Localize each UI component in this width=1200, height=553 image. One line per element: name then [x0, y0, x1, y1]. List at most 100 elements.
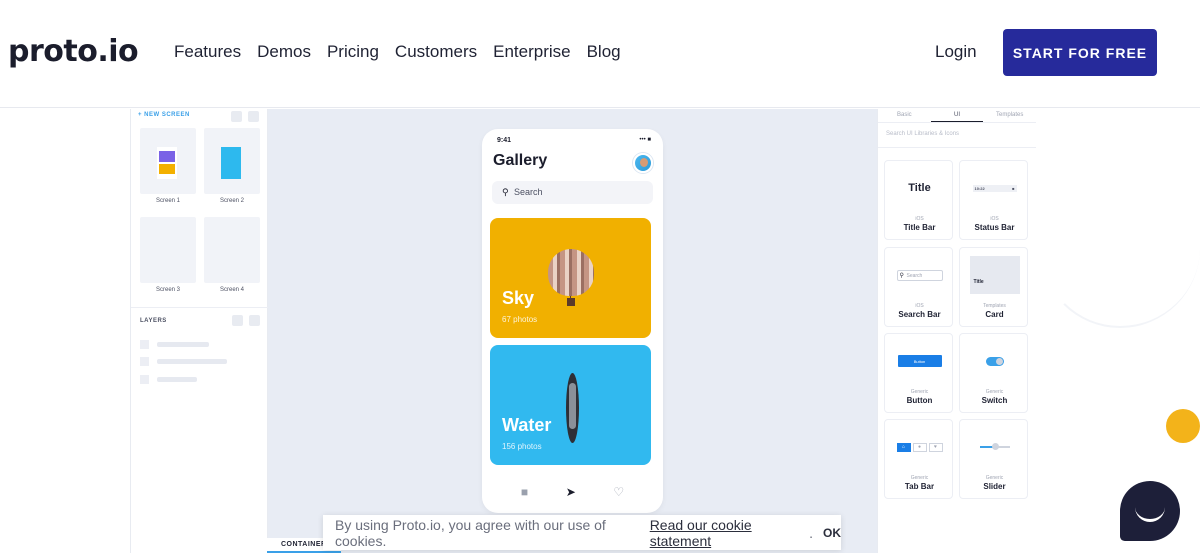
button-preview-label: Button: [897, 355, 942, 367]
top-navigation: proto.io Features Demos Pricing Customer…: [0, 0, 1200, 108]
screens-panel: + NEW SCREEN Screen 1 Screen 2 Screen 3 …: [131, 109, 268, 553]
search-bar-preview: ⚲ Search: [885, 248, 954, 302]
status-bar-preview: 10:22 ■: [972, 184, 1017, 192]
background-arc: [1040, 218, 1200, 328]
screen-thumbnail-3[interactable]: [140, 217, 196, 283]
chat-widget-button[interactable]: [1120, 481, 1180, 541]
toggle-icon: [985, 356, 1004, 366]
phone-tab-bar: ■ ➤ ♡: [482, 485, 663, 499]
tab-ui[interactable]: UI: [930, 109, 984, 122]
phone-time: 9:41: [497, 137, 512, 144]
slider-preview: [960, 420, 1029, 474]
decorative-dot: [1166, 409, 1200, 443]
component-name: Card: [985, 310, 1004, 319]
nav-item-demos[interactable]: Demos: [257, 42, 311, 62]
component-switch[interactable]: Generic Switch: [959, 333, 1028, 413]
component-category: iOS: [990, 216, 999, 222]
water-album-card[interactable]: Water 156 photos: [490, 345, 651, 465]
component-title-bar[interactable]: Title iOS Title Bar: [884, 160, 953, 240]
switch-preview: [960, 334, 1029, 388]
component-status-bar[interactable]: 10:22 ■ iOS Status Bar: [959, 160, 1028, 240]
sky-album-card[interactable]: Sky 67 photos: [490, 218, 651, 338]
tab-basic[interactable]: Basic: [878, 109, 931, 122]
water-card-count: 156 photos: [502, 442, 542, 451]
sky-card-title: Sky: [502, 288, 535, 308]
cookie-ok-button[interactable]: OK: [823, 526, 841, 540]
component-name: Slider: [983, 482, 1006, 491]
logo[interactable]: proto.io: [8, 34, 139, 69]
component-tab-bar[interactable]: ⌂ ● ♥ Generic Tab Bar: [884, 419, 953, 499]
component-category: iOS: [915, 303, 924, 309]
cursor-icon[interactable]: ➤: [566, 485, 576, 499]
phone-status-icons: ••• ■: [639, 137, 651, 143]
screen-thumbnail-1[interactable]: [140, 128, 196, 194]
screen-label-2: Screen 2: [219, 198, 244, 204]
component-search-bar[interactable]: ⚲ Search iOS Search Bar: [884, 247, 953, 327]
component-name: Tab Bar: [904, 482, 935, 491]
status-bar-time: 10:22: [974, 185, 985, 191]
nav-item-customers[interactable]: Customers: [395, 42, 477, 62]
component-category: Generic: [910, 389, 929, 395]
tab-templates[interactable]: Templates: [983, 109, 1036, 122]
sky-card-count: 67 photos: [502, 315, 538, 324]
search-icon: ⚲: [899, 272, 904, 279]
nav-links: Features Demos Pricing Customers Enterpr…: [174, 42, 621, 62]
hero-stage: + NEW SCREEN Screen 1 Screen 2 Screen 3 …: [0, 109, 1200, 553]
cookie-banner: By using Proto.io, you agree with our us…: [323, 515, 841, 550]
design-canvas[interactable]: 9:41 ••• ■ Gallery ⚲ Search Sky 67 photo…: [268, 109, 877, 553]
components-tabs: Basic UI Templates: [878, 109, 1036, 123]
folder-icon[interactable]: ■: [521, 485, 528, 499]
component-category: Generic: [985, 389, 1004, 395]
screen-1-preview: [157, 147, 177, 179]
component-name: Title Bar: [903, 223, 936, 232]
layers-title: LAYERS: [140, 318, 167, 324]
grid-view-icon[interactable]: [231, 111, 242, 122]
nav-item-enterprise[interactable]: Enterprise: [493, 42, 570, 62]
component-card[interactable]: Title Templates Card: [959, 247, 1028, 327]
nav-item-features[interactable]: Features: [174, 42, 241, 62]
list-view-icon[interactable]: [248, 111, 259, 122]
button-preview: Button: [885, 334, 954, 388]
new-screen-button[interactable]: + NEW SCREEN: [138, 112, 190, 118]
component-name: Search Bar: [898, 310, 941, 319]
phone-search-bar[interactable]: ⚲ Search: [492, 181, 653, 204]
home-icon: ⌂: [896, 442, 911, 452]
screen-label-4: Screen 4: [219, 287, 244, 293]
layers-action-icon[interactable]: [232, 315, 243, 326]
component-category: iOS: [915, 216, 924, 222]
cookie-period: .: [809, 524, 813, 541]
water-card-title: Water: [502, 415, 552, 435]
avatar[interactable]: [633, 153, 653, 173]
title-bar-preview: Title: [908, 182, 931, 194]
nav-item-pricing[interactable]: Pricing: [327, 42, 379, 62]
cookie-statement-link[interactable]: Read our cookie statement: [650, 517, 809, 549]
screen-thumbnail-2[interactable]: [204, 128, 260, 194]
card-preview: Title: [960, 248, 1029, 302]
start-for-free-button[interactable]: START FOR FREE: [1003, 29, 1157, 76]
screen-label-1: Screen 1: [155, 198, 180, 204]
balloon-basket: [567, 298, 575, 306]
component-name: Button: [906, 396, 933, 405]
component-search-input[interactable]: Search UI Libraries & Icons: [886, 131, 959, 137]
heart-icon: ♥: [928, 442, 943, 452]
heart-icon[interactable]: ♡: [613, 485, 624, 499]
hot-air-balloon-image: [548, 249, 594, 296]
component-category: Templates: [983, 303, 1006, 309]
component-button[interactable]: Button Generic Button: [884, 333, 953, 413]
phone-mockup[interactable]: 9:41 ••• ■ Gallery ⚲ Search Sky 67 photo…: [482, 129, 663, 513]
search-bar-preview-text: Search: [906, 272, 923, 279]
chat-icon: ●: [912, 442, 927, 452]
app-editor-mockup: + NEW SCREEN Screen 1 Screen 2 Screen 3 …: [130, 109, 1036, 553]
screen-thumbnail-4[interactable]: [204, 217, 260, 283]
components-panel: Basic UI Templates Search UI Libraries &…: [877, 109, 1036, 553]
gallery-title: Gallery: [493, 152, 548, 169]
component-name: Status Bar: [974, 223, 1015, 232]
screen-2-preview: [221, 147, 241, 179]
screen-label-3: Screen 3: [155, 287, 180, 293]
login-link[interactable]: Login: [935, 42, 977, 62]
cookie-text: By using Proto.io, you agree with our us…: [335, 516, 606, 549]
component-category: Generic: [985, 475, 1004, 481]
component-slider[interactable]: Generic Slider: [959, 419, 1028, 499]
layers-options-icon[interactable]: [249, 315, 260, 326]
nav-item-blog[interactable]: Blog: [587, 42, 621, 62]
